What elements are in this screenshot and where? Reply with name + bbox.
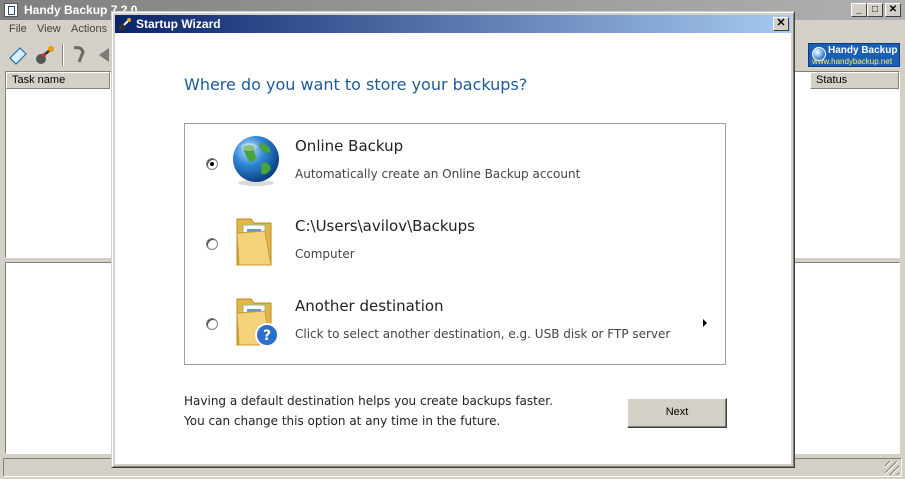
folder-question-icon: ?	[231, 293, 281, 349]
dialog-close-button[interactable]: ✕	[773, 17, 789, 31]
dialog-body: Where do you want to store your backups?	[115, 33, 791, 464]
globe-icon	[231, 133, 281, 189]
logo-url: www.handybackup.net	[812, 57, 893, 66]
menu-actions[interactable]: Actions	[71, 23, 107, 35]
dialog-title: Startup Wizard	[136, 17, 221, 31]
toolbar-separator	[62, 44, 64, 66]
option-description: Automatically create an Online Backup ac…	[295, 167, 581, 181]
next-button[interactable]: Next	[627, 398, 727, 428]
column-header-task-name[interactable]: Task name	[6, 72, 110, 89]
maximize-button[interactable]: □	[867, 3, 883, 17]
radio-local-folder[interactable]	[206, 238, 218, 250]
column-header-status[interactable]: Status	[810, 72, 899, 89]
svg-text:?: ?	[263, 328, 271, 344]
properties-icon[interactable]	[67, 44, 91, 66]
option-title: Online Backup	[295, 137, 404, 155]
handy-backup-logo[interactable]: Handy Backup www.handybackup.net	[808, 43, 900, 67]
wizard-title-icon	[118, 17, 132, 31]
resize-grip-icon[interactable]	[885, 461, 899, 475]
minimize-button[interactable]: _	[851, 3, 867, 17]
close-button[interactable]: ✕	[885, 3, 901, 17]
option-another-destination[interactable]: ? Another destination Click to select an…	[185, 284, 725, 364]
wizard-heading: Where do you want to store your backups?	[184, 75, 528, 94]
option-title: C:\Users\avilov\Backups	[295, 217, 475, 235]
option-online-backup[interactable]: Online Backup Automatically create an On…	[185, 124, 725, 204]
wizard-icon[interactable]	[34, 44, 58, 66]
option-title: Another destination	[295, 297, 444, 315]
menu-view[interactable]: View	[37, 23, 61, 35]
startup-wizard-dialog: Startup Wizard ✕ Where do you want to st…	[111, 11, 795, 468]
dialog-titlebar: Startup Wizard ✕	[115, 15, 791, 33]
destination-options: Online Backup Automatically create an On…	[184, 123, 726, 365]
radio-another-destination[interactable]	[206, 318, 218, 330]
footer-line-1: Having a default destination helps you c…	[184, 394, 553, 408]
option-description: Computer	[295, 247, 355, 261]
app-icon	[4, 3, 18, 17]
footer-line-2: You can change this option at any time i…	[184, 414, 501, 428]
new-task-icon[interactable]	[6, 44, 30, 66]
folder-icon	[231, 213, 281, 269]
logo-title: Handy Backup	[828, 45, 898, 56]
option-description: Click to select another destination, e.g…	[295, 327, 671, 341]
option-local-folder[interactable]: C:\Users\avilov\Backups Computer	[185, 204, 725, 284]
radio-online-backup[interactable]	[206, 158, 218, 170]
menu-file[interactable]: File	[9, 23, 27, 35]
chevron-right-icon[interactable]	[703, 319, 707, 327]
